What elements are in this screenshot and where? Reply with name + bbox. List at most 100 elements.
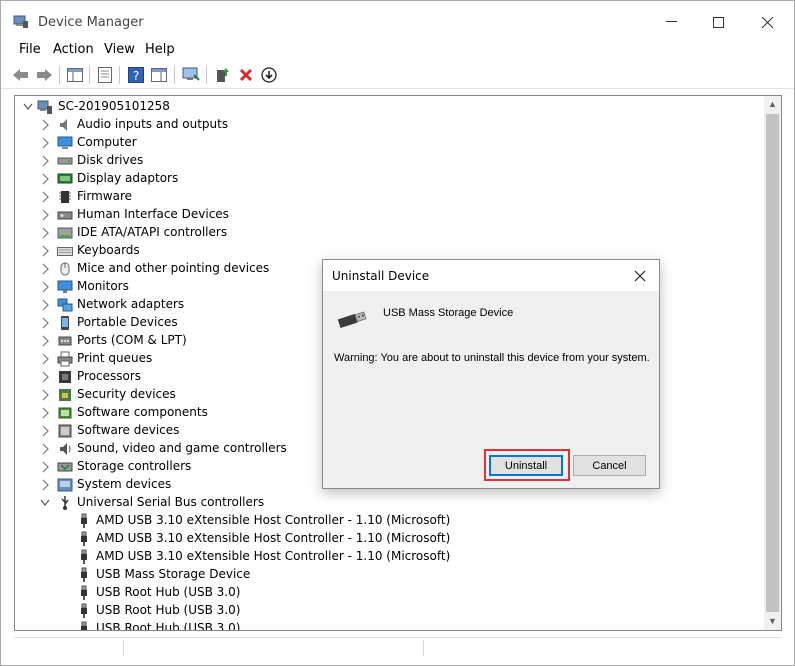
tree-device-item[interactable]: AMD USB 3.10 eXtensible Host Controller … — [15, 530, 755, 548]
monitor-icon — [57, 279, 73, 295]
tree-item-label: Universal Serial Bus controllers — [77, 495, 265, 509]
tree-item-label: Disk drives — [77, 153, 144, 167]
close-button[interactable] — [744, 1, 790, 43]
tree-item-label: Mice and other pointing devices — [77, 261, 270, 275]
tree-category-item[interactable]: Human Interface Devices — [15, 206, 755, 224]
processor-icon — [57, 369, 73, 385]
tree-category-item[interactable]: Display adaptors — [15, 170, 755, 188]
port-icon — [57, 333, 73, 349]
usb-plug-icon — [76, 621, 92, 630]
chevron-down-icon[interactable] — [23, 101, 33, 113]
download-icon[interactable] — [259, 65, 279, 85]
minimize-button[interactable] — [648, 1, 694, 43]
tree-category-item[interactable]: Computer — [15, 134, 755, 152]
update-driver-icon[interactable] — [213, 65, 233, 85]
chevron-right-icon[interactable] — [40, 119, 50, 131]
tree-item-label: Ports (COM & LPT) — [77, 333, 187, 347]
chevron-right-icon[interactable] — [40, 335, 50, 347]
computer-icon — [57, 135, 73, 151]
chevron-right-icon[interactable] — [40, 245, 50, 257]
mouse-icon — [57, 261, 73, 277]
tree-category-item[interactable]: Universal Serial Bus controllers — [15, 494, 755, 512]
tree-item-label: AMD USB 3.10 eXtensible Host Controller … — [96, 513, 451, 527]
chevron-right-icon[interactable] — [40, 281, 50, 293]
cancel-button[interactable]: Cancel — [573, 455, 646, 476]
speaker-icon — [57, 117, 73, 133]
tree-category-item[interactable]: IDE ATA/ATAPI controllers — [15, 224, 755, 242]
printer-icon — [57, 351, 73, 367]
toolbar: ? — [1, 61, 794, 89]
chevron-right-icon[interactable] — [40, 479, 50, 491]
chevron-right-icon[interactable] — [40, 389, 50, 401]
tree-item-label: Software devices — [77, 423, 180, 437]
chevron-right-icon[interactable] — [40, 443, 50, 455]
dialog-device-name: USB Mass Storage Device — [383, 307, 514, 319]
chevron-right-icon[interactable] — [40, 191, 50, 203]
chevron-right-icon[interactable] — [40, 263, 50, 275]
chevron-right-icon[interactable] — [40, 227, 50, 239]
dialog-close-button[interactable] — [629, 265, 651, 287]
tree-category-item[interactable]: Disk drives — [15, 152, 755, 170]
disk-drive-icon — [57, 153, 73, 169]
tree-item-label: Human Interface Devices — [77, 207, 229, 221]
scan-hardware-icon[interactable] — [181, 65, 201, 85]
tree-item-label: USB Root Hub (USB 3.0) — [96, 585, 241, 599]
forward-arrow-icon[interactable] — [34, 65, 54, 85]
menu-file[interactable]: File — [19, 42, 41, 57]
sound-controller-icon — [57, 441, 73, 457]
portable-device-icon — [57, 315, 73, 331]
device-manager-icon — [13, 15, 28, 28]
software-device-icon — [57, 423, 73, 439]
chevron-right-icon[interactable] — [40, 407, 50, 419]
action-pane-icon[interactable] — [149, 65, 169, 85]
chevron-down-icon[interactable] — [40, 497, 50, 509]
tree-root-computer[interactable]: SC-201905101258 — [15, 98, 755, 116]
tree-device-item[interactable]: AMD USB 3.10 eXtensible Host Controller … — [15, 548, 755, 566]
tree-device-item[interactable]: AMD USB 3.10 eXtensible Host Controller … — [15, 512, 755, 530]
show-hide-console-tree-icon[interactable] — [65, 65, 85, 85]
chevron-right-icon[interactable] — [40, 137, 50, 149]
menu-bar: File Action View Help — [1, 39, 794, 61]
scroll-down-arrow[interactable]: ▼ — [764, 613, 781, 630]
back-arrow-icon[interactable] — [11, 65, 31, 85]
vertical-scrollbar[interactable]: ▲ ▼ — [764, 96, 781, 630]
chevron-right-icon[interactable] — [40, 317, 50, 329]
scroll-up-arrow[interactable]: ▲ — [764, 96, 781, 113]
chevron-right-icon[interactable] — [40, 371, 50, 383]
tree-item-label: Security devices — [77, 387, 176, 401]
maximize-button[interactable] — [695, 1, 741, 43]
chevron-right-icon[interactable] — [40, 209, 50, 221]
tree-item-label: System devices — [77, 477, 172, 491]
tree-device-item[interactable]: USB Mass Storage Device — [15, 566, 755, 584]
tree-category-item[interactable]: Audio inputs and outputs — [15, 116, 755, 134]
tree-item-label: Keyboards — [77, 243, 140, 257]
help-icon[interactable]: ? — [126, 65, 146, 85]
chevron-right-icon[interactable] — [40, 425, 50, 437]
dialog-title: Uninstall Device — [332, 269, 430, 283]
scroll-thumb[interactable] — [766, 114, 779, 612]
tree-category-item[interactable]: Firmware — [15, 188, 755, 206]
tree-device-item[interactable]: USB Root Hub (USB 3.0) — [15, 602, 755, 620]
tree-item-label: AMD USB 3.10 eXtensible Host Controller … — [96, 531, 451, 545]
properties-icon[interactable] — [95, 65, 115, 85]
software-component-icon — [57, 405, 73, 421]
tree-item-label: Storage controllers — [77, 459, 192, 473]
uninstall-device-dialog: Uninstall Device USB Mass Storage Device… — [322, 259, 660, 489]
status-bar — [14, 637, 782, 657]
tree-category-item[interactable]: Keyboards — [15, 242, 755, 260]
chevron-right-icon[interactable] — [40, 461, 50, 473]
chevron-right-icon[interactable] — [40, 299, 50, 311]
menu-view[interactable]: View — [104, 42, 135, 57]
tree-item-label: AMD USB 3.10 eXtensible Host Controller … — [96, 549, 451, 563]
uninstall-button[interactable]: Uninstall — [489, 455, 563, 476]
tree-device-item[interactable]: USB Root Hub (USB 3.0) — [15, 620, 755, 631]
chevron-right-icon[interactable] — [40, 353, 50, 365]
menu-help[interactable]: Help — [145, 42, 175, 57]
tree-device-item[interactable]: USB Root Hub (USB 3.0) — [15, 584, 755, 602]
chevron-right-icon[interactable] — [40, 155, 50, 167]
chevron-right-icon[interactable] — [40, 173, 50, 185]
uninstall-device-icon[interactable] — [236, 65, 256, 85]
tree-item-label: USB Root Hub (USB 3.0) — [96, 621, 241, 631]
menu-action[interactable]: Action — [53, 42, 94, 57]
usb-controller-icon — [57, 495, 73, 511]
